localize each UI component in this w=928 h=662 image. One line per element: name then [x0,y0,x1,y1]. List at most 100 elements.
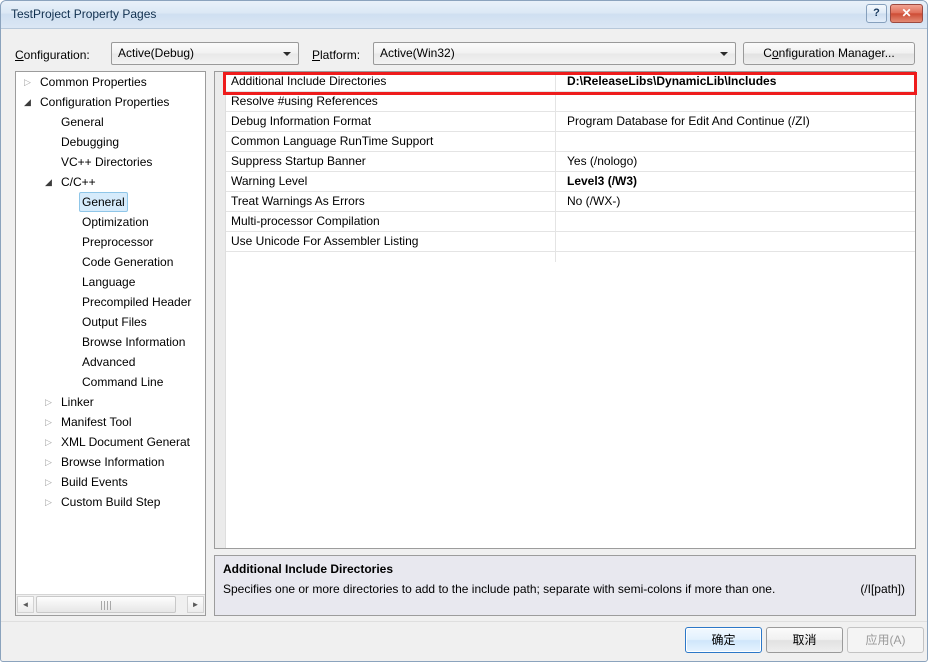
chevron-down-icon[interactable]: ◢ [24,98,31,107]
tree-item-linker[interactable]: ▷ Linker [16,392,205,412]
chevron-right-icon[interactable]: ▷ [45,438,52,447]
tree-item-xml-document-generat[interactable]: ▷ XML Document Generat [16,432,205,452]
chevron-right-icon[interactable]: ▷ [45,418,52,427]
property-row[interactable]: Suppress Startup Banner Yes (/nologo) [226,152,915,172]
configuration-tree[interactable]: ▷ Common Properties◢Configuration Propert… [16,72,205,595]
close-icon[interactable]: ✕ [890,4,923,23]
chevron-right-icon[interactable]: ▷ [45,458,52,467]
tree-item-label: Code Generation [79,252,176,272]
tree-item-c-c[interactable]: ◢ C/C++ [16,172,205,192]
tree-item-label: Custom Build Step [58,492,163,512]
property-name: Debug Information Format [231,112,561,131]
tree-item-command-line[interactable]: Command Line [16,372,205,392]
ok-button[interactable]: 确定 [685,627,762,653]
tree-item-browse-information[interactable]: ▷ Browse Information [16,452,205,472]
property-name: Common Language RunTime Support [231,132,561,151]
tree-item-custom-build-step[interactable]: ▷ Custom Build Step [16,492,205,512]
tree-item-general[interactable]: General [16,192,205,212]
property-grid-rows: Additional Include Directories D:\Release… [226,72,915,252]
description-pane: Additional Include Directories Specifies… [214,555,916,616]
title-bar: TestProject Property Pages ? ✕ [1,1,928,29]
tree-item-configuration-properties[interactable]: ◢Configuration Properties [16,92,205,112]
tree-item-label: Manifest Tool [58,412,134,432]
property-row[interactable]: Debug Information Format Program Database… [226,112,915,132]
property-name: Additional Include Directories [231,72,561,91]
tree-item-build-events[interactable]: ▷ Build Events [16,472,205,492]
chevron-right-icon[interactable]: ▷ [45,398,52,407]
tree-item-label: Command Line [79,372,166,392]
configuration-combo-value: Active(Debug) [118,46,194,60]
tree-item-precompiled-header[interactable]: Precompiled Header [16,292,205,312]
property-grid-panel: Additional Include Directories D:\Release… [214,71,916,549]
tree-item-label: Optimization [79,212,152,232]
tree-item-language[interactable]: Language [16,272,205,292]
property-row[interactable]: Common Language RunTime Support [226,132,915,152]
tree-item-label: Browse Information [79,332,188,352]
tree-item-advanced[interactable]: Advanced [16,352,205,372]
tree-item-debugging[interactable]: Debugging [16,132,205,152]
tree-item-vc-directories[interactable]: VC++ Directories [16,152,205,172]
property-row[interactable]: Additional Include Directories D:\Release… [226,72,915,92]
tree-item-code-generation[interactable]: Code Generation [16,252,205,272]
tree-item-label: XML Document Generat [58,432,193,452]
chevron-down-icon [720,52,728,56]
property-name: Multi-processor Compilation [231,212,561,231]
property-row[interactable]: Warning Level Level3 (/W3) [226,172,915,192]
property-pages-dialog: TestProject Property Pages ? ✕ Configura… [0,0,928,662]
chevron-right-icon[interactable]: ▷ [45,478,52,487]
tree-item-label: General [58,112,107,132]
tree-item-label: Output Files [79,312,150,332]
tree-item-label: Preprocessor [79,232,156,252]
description-title: Additional Include Directories [223,562,393,576]
window-title: TestProject Property Pages [11,7,156,21]
tree-item-general[interactable]: General [16,112,205,132]
tree-item-label: VC++ Directories [58,152,155,172]
tree-item-browse-information[interactable]: Browse Information [16,332,205,352]
property-value[interactable]: Level3 (/W3) [567,172,913,191]
tree-item-label: C/C++ [58,172,99,192]
configuration-manager-button[interactable]: Configuration Manager... [743,42,915,65]
property-row[interactable]: Resolve #using References [226,92,915,112]
configuration-tree-panel: ▷ Common Properties◢Configuration Propert… [15,71,206,616]
cancel-button[interactable]: 取消 [766,627,843,653]
grid-gutter [215,72,226,548]
property-value[interactable]: D:\ReleaseLibs\DynamicLib\Includes [567,72,913,91]
tree-item-manifest-tool[interactable]: ▷ Manifest Tool [16,412,205,432]
property-value[interactable]: Yes (/nologo) [567,152,913,171]
tree-item-label: Common Properties [37,72,150,92]
property-row[interactable]: Treat Warnings As ErrorsNo (/WX-) [226,192,915,212]
platform-label: Platform: [312,48,360,62]
property-row[interactable]: Use Unicode For Assembler Listing [226,232,915,252]
chevron-down-icon[interactable]: ◢ [45,178,52,187]
configuration-combo[interactable]: Active(Debug) [111,42,299,65]
tree-horizontal-scrollbar[interactable]: ◄ ► [16,594,205,615]
chevron-right-icon[interactable]: ▷ [45,498,52,507]
footer-divider [1,621,928,622]
apply-button[interactable]: 应用(A) [847,627,924,653]
platform-combo[interactable]: Active(Win32) [373,42,736,65]
scrollbar-thumb[interactable] [36,596,176,613]
chevron-down-icon [283,52,291,56]
tree-item-label: Linker [58,392,97,412]
scroll-left-icon[interactable]: ◄ [17,596,34,613]
property-name: Use Unicode For Assembler Listing [231,232,561,251]
tree-item-label: Language [79,272,138,292]
chevron-right-icon[interactable]: ▷ [24,78,31,87]
property-name: Warning Level [231,172,561,191]
help-icon[interactable]: ? [866,4,887,23]
property-row[interactable]: Multi-processor Compilation [226,212,915,232]
tree-item-optimization[interactable]: Optimization [16,212,205,232]
tree-item-label: Build Events [58,472,131,492]
property-name: Resolve #using References [231,92,561,111]
property-name: Suppress Startup Banner [231,152,561,171]
tree-item-common-properties[interactable]: ▷ Common Properties [16,72,205,92]
scrollbar-grip-icon [101,601,111,610]
property-value[interactable]: Program Database for Edit And Continue (… [567,112,913,131]
tree-item-preprocessor[interactable]: Preprocessor [16,232,205,252]
tree-item-label: Browse Information [58,452,167,472]
scroll-right-icon[interactable]: ► [187,596,204,613]
tree-item-label: Precompiled Header [79,292,194,312]
property-value[interactable]: No (/WX-) [567,192,913,211]
tree-item-label: Advanced [79,352,138,372]
tree-item-output-files[interactable]: Output Files [16,312,205,332]
